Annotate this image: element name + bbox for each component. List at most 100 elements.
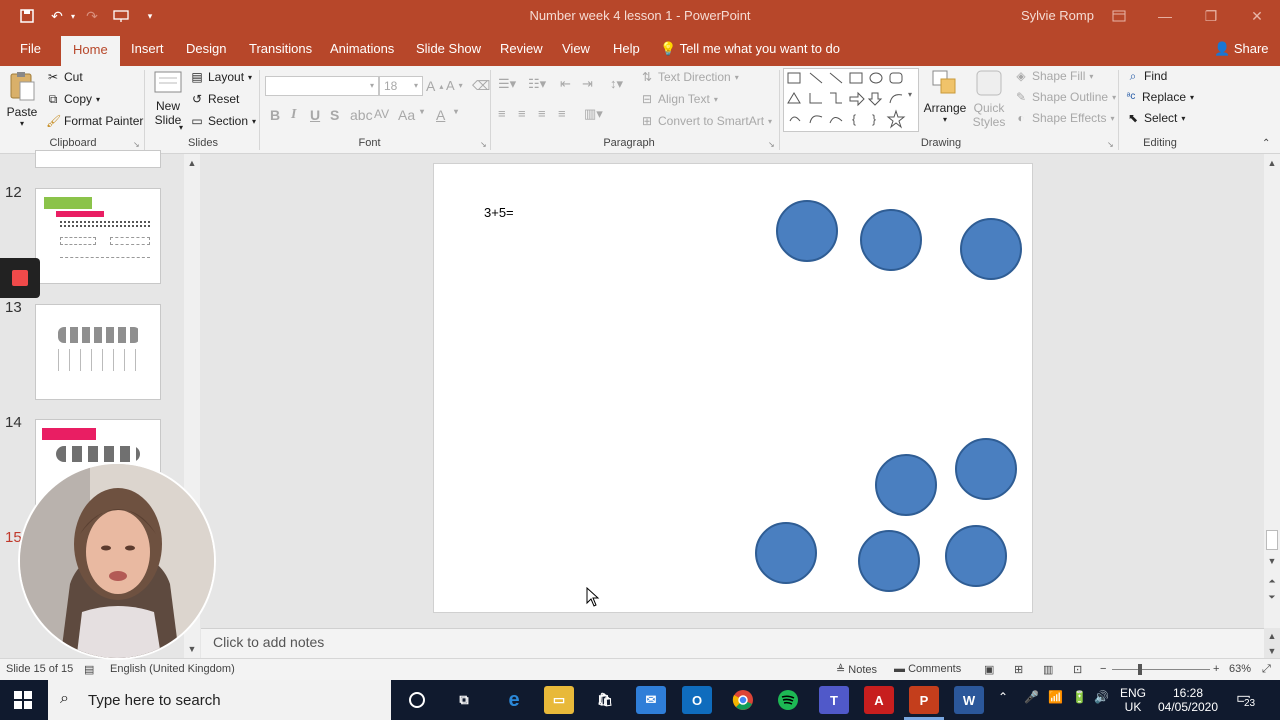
zoom-slider-thumb[interactable] <box>1138 664 1142 675</box>
wifi-icon[interactable]: 📶 <box>1048 690 1063 704</box>
shape-outline-button[interactable]: ✎ Shape Outline ▾ <box>1014 90 1116 104</box>
normal-view-icon[interactable]: ▣ <box>984 663 994 676</box>
scroll-down-icon[interactable]: ▼ <box>184 642 200 656</box>
scroll-up-icon[interactable]: ▲ <box>1264 156 1280 170</box>
tell-me-box[interactable]: 💡 Tell me what you want to do <box>660 32 840 66</box>
font-launcher-icon[interactable]: ↘ <box>480 140 487 149</box>
teams-icon[interactable]: T <box>819 686 849 714</box>
layout-button[interactable]: ▤ Layout ▾ <box>190 70 252 84</box>
file-explorer-icon[interactable]: ▭ <box>544 686 574 714</box>
task-view-icon[interactable]: ⧉ <box>449 686 479 714</box>
previous-slide-icon[interactable]: ⏶ <box>1264 574 1280 588</box>
chrome-icon[interactable] <box>728 686 758 714</box>
convert-smartart-button[interactable]: ⊞ Convert to SmartArt ▾ <box>640 114 772 128</box>
slide-thumbnail-11[interactable] <box>35 150 161 168</box>
shadow-button[interactable]: S <box>330 107 339 123</box>
comments-button[interactable]: ▬ Comments <box>894 663 961 675</box>
zoom-level[interactable]: 63% <box>1229 663 1251 675</box>
share-button[interactable]: 👤 Share <box>1214 32 1269 66</box>
ribbon-display-icon[interactable] <box>1096 0 1142 32</box>
quick-styles-button[interactable]: Quick Styles <box>968 68 1010 129</box>
tab-design[interactable]: Design <box>186 32 226 66</box>
drawing-launcher-icon[interactable]: ↘ <box>1107 140 1114 149</box>
increase-font-icon[interactable]: A ▴ <box>426 78 443 94</box>
section-button[interactable]: ▭ Section ▾ <box>190 114 256 128</box>
align-right-icon[interactable]: ≡ <box>538 106 546 121</box>
notes-placeholder[interactable]: Click to add notes <box>213 634 324 650</box>
line-spacing-icon[interactable]: ↕▾ <box>610 76 623 92</box>
input-language[interactable]: ENG UK <box>1118 686 1148 714</box>
cut-button[interactable]: ✂ Cut <box>46 70 83 84</box>
slide-equation-text[interactable]: 3+5= <box>484 205 514 220</box>
tab-slide-show[interactable]: Slide Show <box>416 32 481 66</box>
battery-icon[interactable]: 🔋 <box>1072 690 1087 704</box>
justify-icon[interactable]: ≡ <box>558 106 566 121</box>
tab-animations[interactable]: Animations <box>330 32 394 66</box>
paragraph-launcher-icon[interactable]: ↘ <box>768 140 775 149</box>
tab-home[interactable]: Home <box>61 36 120 66</box>
notes-pane[interactable]: Click to add notes ▲ ▼ <box>201 628 1276 658</box>
language-indicator[interactable]: English (United Kingdom) <box>110 663 235 675</box>
slide-thumbnail-13[interactable] <box>35 304 161 400</box>
reading-view-icon[interactable]: ▥ <box>1043 663 1053 676</box>
notes-button[interactable]: ≜ Notes <box>836 663 877 676</box>
volume-icon[interactable]: 🔊 <box>1094 690 1109 704</box>
close-icon[interactable]: ✕ <box>1234 0 1280 32</box>
underline-button[interactable]: U <box>310 107 320 123</box>
tab-file[interactable]: File <box>20 32 41 66</box>
clear-formatting-icon[interactable]: ⌫ <box>472 78 490 94</box>
reset-button[interactable]: ↺ Reset <box>190 92 239 106</box>
slideshow-view-icon[interactable]: ⊡ <box>1073 663 1082 676</box>
scroll-thumb[interactable] <box>1266 530 1278 550</box>
slide-scrollbar[interactable]: ▲ ▼ ⏶ ⏷ <box>1264 154 1280 628</box>
font-color-dropdown-icon[interactable]: ▾ <box>454 107 458 116</box>
cortana-icon[interactable] <box>402 686 432 714</box>
clock[interactable]: 16:28 04/05/2020 <box>1156 686 1220 714</box>
align-left-icon[interactable]: ≡ <box>498 106 506 121</box>
tab-transitions[interactable]: Transitions <box>249 32 312 66</box>
next-slide-icon[interactable]: ⏷ <box>1264 590 1280 604</box>
copy-button[interactable]: ⧉ Copy ▾ <box>46 92 100 106</box>
arrange-button[interactable]: Arrange ▾ <box>922 68 968 124</box>
select-button[interactable]: ⬉ Select ▾ <box>1126 111 1185 125</box>
action-center-icon[interactable]: ▭ 23 <box>1236 688 1256 709</box>
blue-circle-shape[interactable] <box>960 218 1022 280</box>
blue-circle-shape[interactable] <box>955 438 1017 500</box>
blue-circle-shape[interactable] <box>875 454 937 516</box>
zoom-slider[interactable] <box>1112 669 1210 670</box>
blue-circle-shape[interactable] <box>945 525 1007 587</box>
char-spacing-icon[interactable]: AV <box>374 107 389 121</box>
slide-thumbnail-12[interactable] <box>35 188 161 284</box>
bold-button[interactable]: B <box>270 107 280 123</box>
tab-insert[interactable]: Insert <box>131 32 164 66</box>
clipboard-launcher-icon[interactable]: ↘ <box>133 140 140 149</box>
replace-button[interactable]: ᵃc Replace ▾ <box>1124 90 1194 104</box>
tab-review[interactable]: Review <box>500 32 543 66</box>
powerpoint-icon[interactable]: P <box>909 686 939 714</box>
bullets-icon[interactable]: ☰▾ <box>498 76 516 92</box>
spotify-icon[interactable] <box>773 686 803 714</box>
shapes-more-icon[interactable]: ▾ <box>908 90 912 99</box>
record-stop-button[interactable] <box>0 258 40 298</box>
strikethrough-icon[interactable]: abc <box>350 107 373 123</box>
decrease-indent-icon[interactable]: ⇤ <box>560 76 571 92</box>
new-slide-button[interactable]: New Slide <box>148 70 188 127</box>
shape-fill-button[interactable]: ◈ Shape Fill ▾ <box>1014 69 1093 83</box>
maximize-icon[interactable]: ❐ <box>1188 0 1234 32</box>
blue-circle-shape[interactable] <box>776 200 838 262</box>
zoom-out-icon[interactable]: − <box>1100 663 1106 675</box>
collapse-ribbon-icon[interactable]: ⌃ <box>1262 138 1270 149</box>
tab-view[interactable]: View <box>562 32 590 66</box>
notes-scroll-down-icon[interactable]: ▼ <box>1264 644 1280 658</box>
scroll-up-icon[interactable]: ▲ <box>184 156 200 170</box>
blue-circle-shape[interactable] <box>860 209 922 271</box>
scroll-down-icon[interactable]: ▼ <box>1264 554 1280 568</box>
blue-circle-shape[interactable] <box>755 522 817 584</box>
outlook-icon[interactable]: O <box>682 686 712 714</box>
windows-start-icon[interactable] <box>14 691 32 712</box>
font-name-box[interactable]: ▾ <box>265 76 379 96</box>
spelling-icon[interactable]: ▤ <box>84 663 94 676</box>
user-name[interactable]: Sylvie Romp <box>1021 8 1094 23</box>
change-case-dropdown-icon[interactable]: ▾ <box>420 107 424 116</box>
taskbar-search-box[interactable]: ⌕ Type here to search <box>48 680 391 720</box>
